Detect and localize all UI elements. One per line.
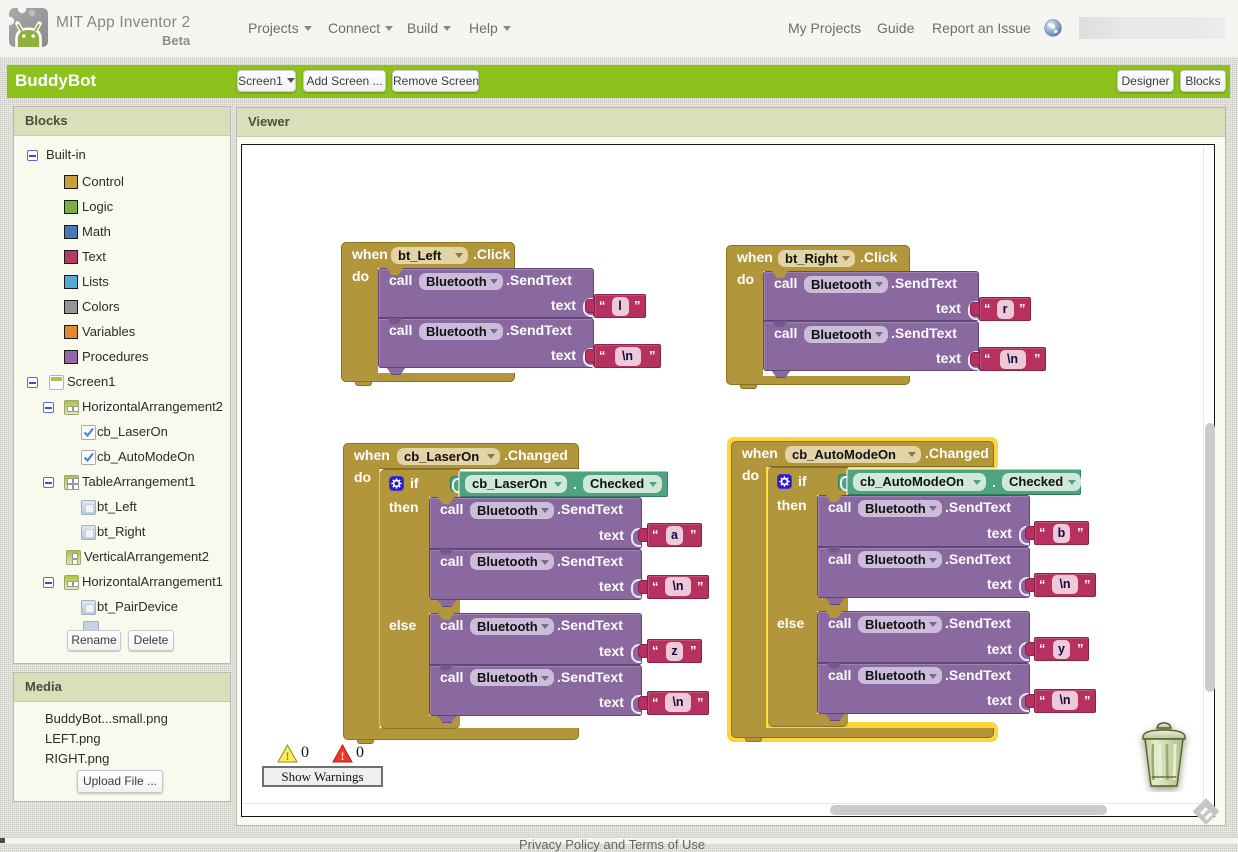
svg-text:!: ! [341, 749, 345, 763]
svg-text:!: ! [286, 749, 290, 763]
